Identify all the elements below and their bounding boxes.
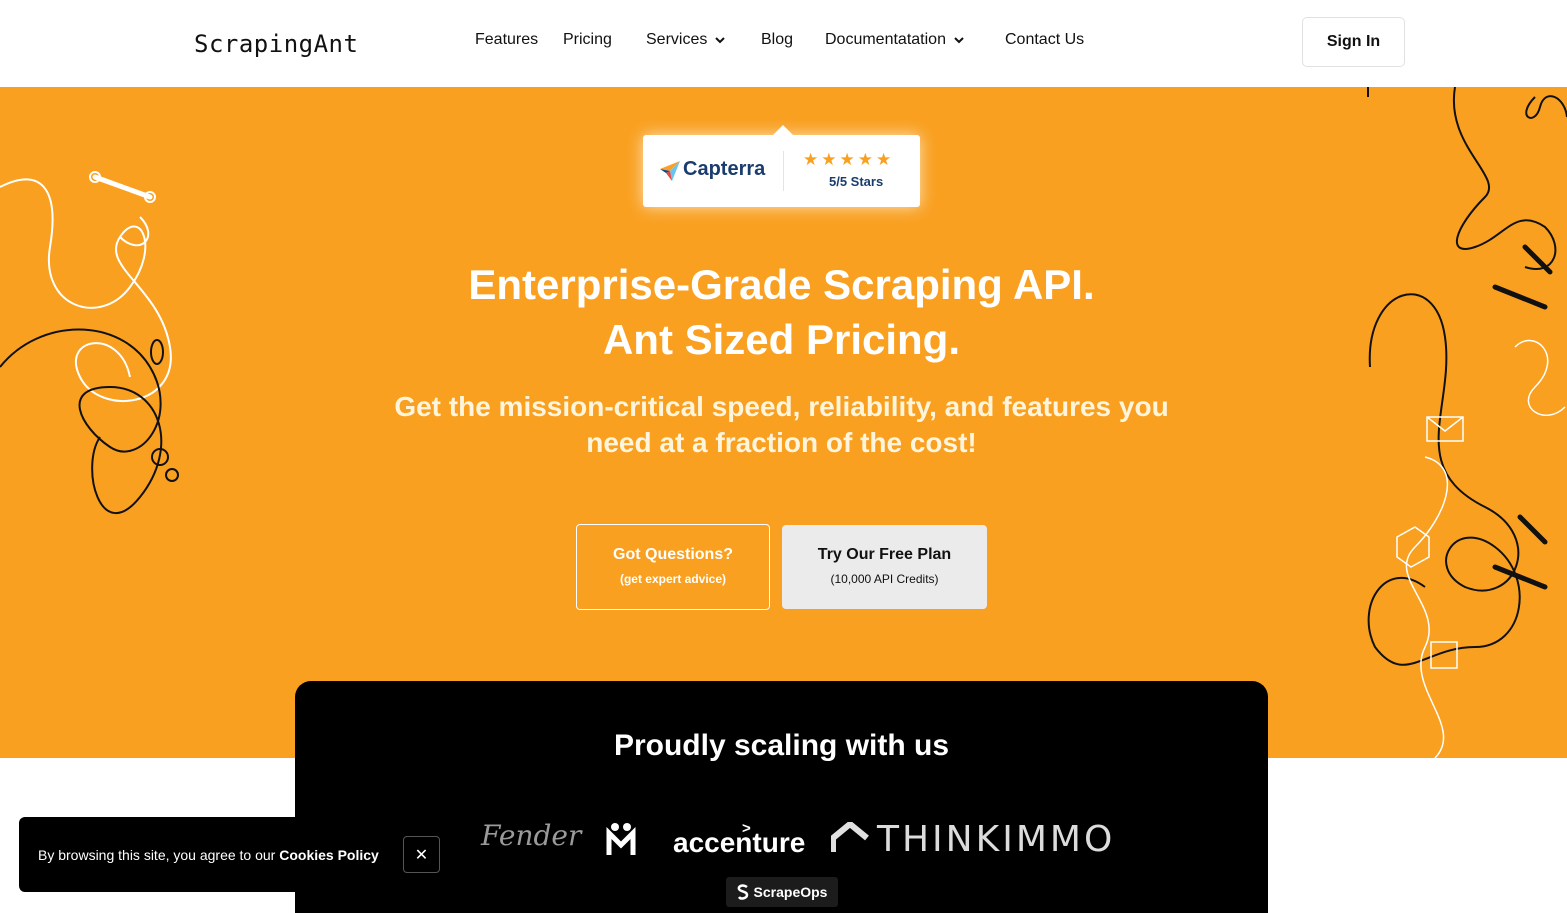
nav-blog[interactable]: Blog — [761, 31, 793, 49]
cookie-banner: By browsing this site, you agree to our … — [19, 817, 460, 892]
try-free-plan-label: Try Our Free Plan — [817, 546, 952, 563]
hero-title: Enterprise-Grade Scraping API. Ant Sized… — [0, 257, 1563, 367]
nav-services[interactable]: Services — [646, 31, 727, 49]
capterra-logo-icon — [660, 161, 680, 181]
nav-contact[interactable]: Contact Us — [1005, 31, 1084, 49]
nav-features[interactable]: Features — [475, 31, 538, 49]
rating-text: 5/5 Stars — [829, 174, 884, 189]
sign-in-button[interactable]: Sign In — [1302, 17, 1405, 67]
nav-pricing-label: Pricing — [563, 31, 612, 48]
nav-pricing[interactable]: Pricing — [563, 31, 612, 49]
got-questions-sublabel: (get expert advice) — [619, 572, 727, 586]
chevron-down-icon — [715, 37, 726, 44]
hero-title-line2: Ant Sized Pricing. — [602, 316, 961, 363]
cookie-message: By browsing this site, you agree to our — [38, 847, 280, 863]
hero-subtitle-line1: Get the mission-critical speed, reliabil… — [394, 391, 1169, 422]
try-free-plan-button[interactable]: Try Our Free Plan (10,000 API Credits) — [782, 525, 987, 609]
nav-services-label: Services — [646, 31, 708, 48]
badge-divider — [783, 151, 784, 191]
capterra-badge[interactable]: Capterra ★★★★★ 5/5 Stars — [643, 125, 920, 207]
hero-section: Capterra ★★★★★ 5/5 Stars Enterprise-Grad… — [0, 87, 1567, 758]
fender-logo: Fender — [481, 819, 582, 852]
hero-subtitle: Get the mission-critical speed, reliabil… — [0, 389, 1563, 461]
m-brand-logo — [606, 823, 636, 855]
close-icon[interactable]: ✕ — [403, 836, 440, 873]
capterra-name: Capterra — [683, 158, 766, 180]
try-free-plan-sublabel: (10,000 API Credits) — [830, 572, 939, 586]
chevron-down-icon — [954, 37, 964, 44]
nav-documentation[interactable]: Documentatation — [825, 31, 966, 49]
nav-blog-label: Blog — [761, 31, 794, 48]
scrapeops-logo: ScrapeOps — [726, 877, 838, 907]
star-rating-icon: ★★★★★ — [803, 150, 895, 169]
thinkimmo-house-icon — [831, 822, 869, 852]
cookie-text: By browsing this site, you agree to our … — [38, 847, 379, 863]
accenture-logo: accenture — [673, 827, 806, 858]
nav-documentation-label: Documentatation — [825, 31, 946, 48]
hero-title-line1: Enterprise-Grade Scraping API. — [468, 261, 1095, 308]
nav-contact-label: Contact Us — [1005, 31, 1085, 48]
hero-subtitle-line2: need at a fraction of the cost! — [586, 427, 977, 458]
got-questions-button[interactable]: Got Questions? (get expert advice) — [576, 524, 770, 610]
scrapeops-label: ScrapeOps — [753, 884, 828, 900]
nav-features-label: Features — [475, 31, 539, 48]
cookies-policy-link[interactable]: Cookies Policy — [279, 847, 379, 863]
thinkimmo-logo: THINKIMMO — [877, 819, 1116, 860]
got-questions-label: Got Questions? — [613, 546, 733, 563]
site-logo[interactable]: ScrapingAnt — [194, 30, 358, 58]
clients-title: Proudly scaling with us — [613, 729, 950, 762]
scrapeops-icon — [737, 884, 748, 900]
site-header: ScrapingAnt Features Pricing Services Bl… — [0, 0, 1567, 87]
